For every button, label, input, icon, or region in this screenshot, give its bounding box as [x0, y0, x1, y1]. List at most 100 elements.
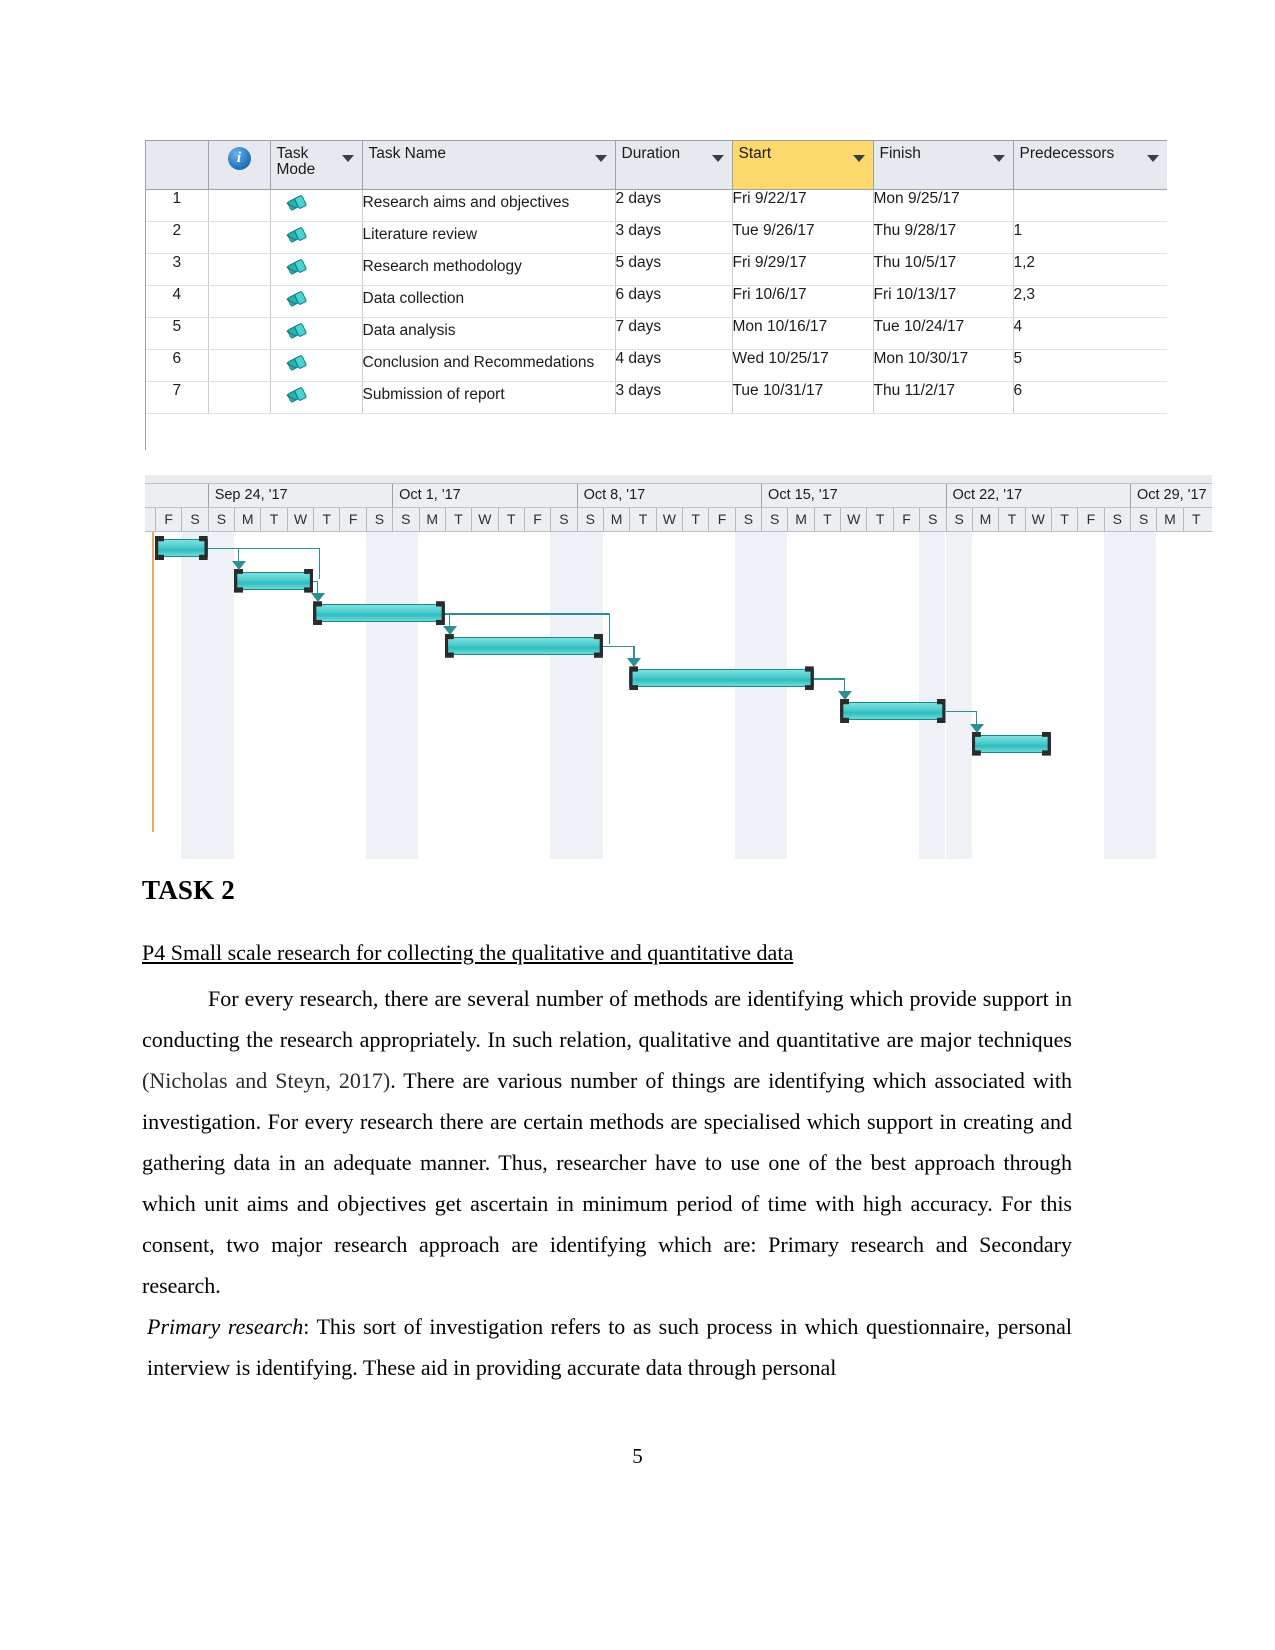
row-start[interactable]: Fri 9/22/17	[732, 189, 874, 222]
row-task-name[interactable]: Data analysis	[362, 317, 616, 350]
header-start[interactable]: Start	[732, 141, 874, 190]
row-task-name[interactable]: Literature review	[362, 221, 616, 254]
gantt-day-label: S	[392, 508, 418, 531]
row-indicator-cell[interactable]	[208, 381, 271, 414]
info-icon: i	[227, 147, 251, 170]
row-duration[interactable]: 5 days	[615, 253, 733, 286]
dependency-link	[319, 548, 321, 579]
gantt-day-label: T	[260, 508, 286, 531]
row-indicator-cell[interactable]	[208, 221, 271, 254]
row-predecessors[interactable]	[1013, 189, 1167, 222]
section-subheading: P4 Small scale research for collecting t…	[142, 940, 794, 965]
row-predecessors[interactable]: 2,3	[1013, 285, 1167, 318]
gantt-week-label: Oct 1, '17	[392, 484, 576, 507]
header-task-name[interactable]: Task Name	[362, 141, 616, 190]
row-task-mode-cell[interactable]	[270, 349, 363, 382]
row-duration[interactable]: 7 days	[615, 317, 733, 350]
gantt-day-label: M	[418, 508, 445, 531]
header-task-mode[interactable]: Task Mode	[270, 141, 363, 190]
row-start[interactable]: Wed 10/25/17	[732, 349, 874, 382]
table-row[interactable]: 7 Submission of report 3 days Tue 10/31/…	[146, 381, 1167, 414]
row-finish[interactable]: Tue 10/24/17	[873, 317, 1014, 350]
gantt-task-bar[interactable]	[444, 636, 603, 655]
chevron-down-icon[interactable]	[711, 155, 724, 162]
row-finish[interactable]: Fri 10/13/17	[873, 285, 1014, 318]
row-finish[interactable]: Thu 9/28/17	[873, 221, 1014, 254]
table-row[interactable]: 2 Literature review 3 days Tue 9/26/17 T…	[146, 221, 1167, 254]
row-finish[interactable]: Thu 10/5/17	[873, 253, 1014, 286]
row-task-mode-cell[interactable]	[270, 221, 363, 254]
row-duration[interactable]: 3 days	[615, 381, 733, 414]
header-duration[interactable]: Duration	[615, 141, 733, 190]
row-indicator-cell[interactable]	[208, 253, 271, 286]
row-duration[interactable]: 6 days	[615, 285, 733, 318]
row-indicator-cell[interactable]	[208, 189, 271, 222]
row-task-name[interactable]: Conclusion and Recommedations	[362, 349, 616, 382]
gantt-task-bar[interactable]	[840, 702, 946, 720]
table-row[interactable]: 3 Research methodology 5 days Fri 9/29/1…	[146, 253, 1167, 286]
gantt-week-label: Sep 24, '17	[207, 484, 392, 507]
row-indicator-cell[interactable]	[208, 349, 271, 382]
chevron-down-icon[interactable]	[1146, 155, 1159, 162]
row-task-name[interactable]: Data collection	[362, 285, 616, 318]
row-start[interactable]: Fri 9/29/17	[732, 253, 874, 286]
chevron-down-icon[interactable]	[341, 155, 354, 162]
chevron-down-icon[interactable]	[594, 155, 607, 162]
gantt-chart-body[interactable]	[145, 532, 1212, 859]
gantt-task-bar[interactable]	[313, 604, 445, 623]
dependency-arrow	[969, 723, 984, 733]
citation-reference: (Nicholas and Steyn, 2017)	[142, 1068, 391, 1093]
gantt-week-label: Oct 29, '17	[1129, 484, 1212, 507]
gantt-task-bar[interactable]	[155, 539, 208, 557]
task-grid: i Task Mode Task Name Duration Start Fin…	[146, 141, 1167, 414]
row-predecessors[interactable]: 5	[1013, 349, 1167, 382]
row-start[interactable]: Mon 10/16/17	[732, 317, 874, 350]
weekend-band	[761, 532, 788, 859]
row-start[interactable]: Tue 10/31/17	[732, 381, 874, 414]
chevron-down-icon[interactable]	[992, 155, 1005, 162]
row-indicator-cell[interactable]	[208, 285, 271, 318]
row-finish[interactable]: Thu 11/2/17	[873, 381, 1014, 414]
gantt-week-label: Oct 22, '17	[945, 484, 1130, 507]
row-task-name[interactable]: Research aims and objectives	[362, 189, 616, 222]
row-task-name[interactable]: Research methodology	[362, 253, 616, 286]
pin-icon	[285, 354, 307, 376]
header-predecessors[interactable]: Predecessors	[1013, 141, 1167, 190]
row-predecessors[interactable]: 6	[1013, 381, 1167, 414]
header-finish[interactable]: Finish	[873, 141, 1014, 190]
table-row[interactable]: 5 Data analysis 7 days Mon 10/16/17 Tue …	[146, 317, 1167, 350]
gantt-day-label: W	[840, 508, 866, 531]
row-duration[interactable]: 4 days	[615, 349, 733, 382]
row-task-mode-cell[interactable]	[270, 253, 363, 286]
gantt-day-label: W	[655, 508, 682, 531]
row-duration[interactable]: 3 days	[615, 221, 733, 254]
chevron-down-icon[interactable]	[852, 155, 865, 162]
today-line	[152, 532, 154, 832]
row-task-mode-cell[interactable]	[270, 381, 363, 414]
row-task-mode-cell[interactable]	[270, 189, 363, 222]
row-task-mode-cell[interactable]	[270, 317, 363, 350]
row-number: 4	[146, 285, 209, 318]
dependency-link	[608, 613, 611, 644]
gantt-day-label: S	[734, 508, 761, 531]
row-task-mode-cell[interactable]	[270, 285, 363, 318]
table-row[interactable]: 1 Research aims and objectives 2 days Fr…	[146, 189, 1167, 222]
table-row[interactable]: 6 Conclusion and Recommedations 4 days W…	[146, 349, 1167, 382]
row-indicator-cell[interactable]	[208, 317, 271, 350]
row-start[interactable]: Tue 9/26/17	[732, 221, 874, 254]
header-duration-label: Duration	[621, 145, 681, 162]
row-finish[interactable]: Mon 9/25/17	[873, 189, 1014, 222]
row-predecessors[interactable]: 1	[1013, 221, 1167, 254]
gantt-task-bar[interactable]	[971, 734, 1051, 753]
row-task-name[interactable]: Submission of report	[362, 381, 616, 414]
table-row[interactable]: 4 Data collection 6 days Fri 10/6/17 Fri…	[146, 285, 1167, 318]
weekend-band	[919, 532, 946, 859]
gantt-task-bar[interactable]	[629, 669, 814, 688]
row-predecessors[interactable]: 1,2	[1013, 253, 1167, 286]
row-finish[interactable]: Mon 10/30/17	[873, 349, 1014, 382]
dependency-arrow	[627, 658, 642, 668]
row-start[interactable]: Fri 10/6/17	[732, 285, 874, 318]
gantt-task-bar[interactable]	[234, 571, 314, 590]
row-predecessors[interactable]: 4	[1013, 317, 1167, 350]
row-duration[interactable]: 2 days	[615, 189, 733, 222]
